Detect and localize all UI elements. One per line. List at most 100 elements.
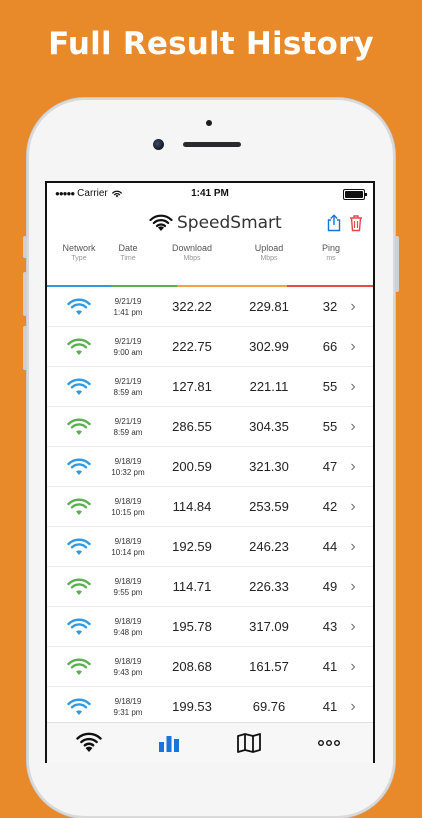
date-text: 9/21/19 — [114, 296, 142, 306]
share-icon[interactable] — [327, 214, 341, 232]
wifi-icon — [67, 498, 91, 515]
col-date-sub: Time — [120, 255, 136, 262]
network-type-cell — [61, 407, 97, 446]
table-row[interactable]: 9/18/19 10:32 pm 200.59 321.30 47 › — [47, 447, 373, 487]
chevron-right-icon[interactable]: › — [345, 687, 361, 726]
map-icon[interactable] — [237, 733, 261, 753]
chevron-right-icon[interactable]: › — [345, 367, 361, 406]
col-network[interactable]: Network Type — [47, 243, 111, 262]
upload-value: 161.57 — [249, 659, 289, 674]
time-text: 9:00 am — [113, 347, 143, 357]
network-type-cell — [61, 567, 97, 606]
column-headers: Network Type Date Time Download Mbps Upl… — [47, 243, 373, 287]
table-row[interactable]: 9/21/19 9:00 am 222.75 302.99 66 › — [47, 327, 373, 367]
network-type-cell — [61, 327, 97, 366]
phone-side-button-right — [395, 236, 399, 292]
table-row[interactable]: 9/18/19 9:55 pm 114.71 226.33 49 › — [47, 567, 373, 607]
time-text: 10:15 pm — [111, 507, 145, 517]
download-value: 286.55 — [172, 419, 212, 434]
speedsmart-wifi-logo-icon — [149, 214, 173, 231]
col-download-sub: Mbps — [183, 255, 201, 262]
chevron-right-icon[interactable]: › — [345, 287, 361, 326]
time-text: 1:41 pm — [113, 307, 143, 317]
date-cell: 9/21/19 8:59 am — [105, 367, 151, 406]
bar-chart-icon[interactable] — [158, 733, 180, 753]
battery-icon — [343, 189, 367, 200]
col-upload[interactable]: Upload Mbps — [231, 243, 307, 262]
col-download[interactable]: Download Mbps — [151, 243, 233, 262]
table-row[interactable]: 9/21/19 8:59 am 286.55 304.35 55 › — [47, 407, 373, 447]
more-icon[interactable] — [318, 739, 340, 747]
phone-side-button-left-3 — [23, 326, 27, 370]
col-network-sub: Type — [71, 255, 87, 262]
upload-value: 317.09 — [249, 619, 289, 634]
download-value: 114.84 — [172, 499, 212, 514]
upload-value: 253.59 — [249, 499, 289, 514]
table-row[interactable]: 9/18/19 9:43 pm 208.68 161.57 41 › — [47, 647, 373, 687]
date-text: 9/21/19 — [114, 416, 142, 426]
chevron-right-icon[interactable]: › — [345, 647, 361, 686]
table-row[interactable]: 9/18/19 9:31 pm 199.53 69.76 41 › — [47, 687, 373, 727]
status-time: 1:41 PM — [191, 188, 229, 199]
nav-bar: SpeedSmart — [47, 205, 373, 243]
date-cell: 9/18/19 9:48 pm — [105, 607, 151, 646]
date-text: 9/21/19 — [114, 376, 142, 386]
chevron-right-icon[interactable]: › — [345, 567, 361, 606]
date-text: 9/18/19 — [114, 496, 142, 506]
chevron-right-icon[interactable]: › — [345, 407, 361, 446]
time-text: 9:31 pm — [113, 707, 143, 717]
earpiece-speaker — [183, 142, 241, 147]
col-upload-sub: Mbps — [260, 255, 278, 262]
upload-value: 226.33 — [249, 579, 289, 594]
table-row[interactable]: 9/21/19 1:41 pm 322.22 229.81 32 › — [47, 287, 373, 327]
upload-value: 246.23 — [249, 539, 289, 554]
front-camera — [153, 139, 164, 150]
chevron-right-icon[interactable]: › — [345, 527, 361, 566]
table-row[interactable]: 9/18/19 10:14 pm 192.59 246.23 44 › — [47, 527, 373, 567]
date-text: 9/18/19 — [114, 456, 142, 466]
network-type-cell — [61, 527, 97, 566]
network-type-cell — [61, 607, 97, 646]
date-text: 9/18/19 — [114, 536, 142, 546]
col-upload-title: Upload — [254, 243, 284, 253]
network-type-cell — [61, 687, 97, 726]
date-cell: 9/21/19 1:41 pm — [105, 287, 151, 326]
chevron-right-icon[interactable]: › — [345, 607, 361, 646]
ping-value: 41 — [322, 699, 338, 714]
wifi-icon — [67, 538, 91, 555]
trash-icon[interactable] — [349, 214, 363, 232]
proximity-sensor — [206, 120, 212, 126]
phone-side-button-left-1 — [23, 236, 27, 258]
network-type-cell — [61, 287, 97, 326]
ping-value: 42 — [322, 499, 338, 514]
upload-value: 69.76 — [252, 699, 286, 714]
chevron-right-icon[interactable]: › — [345, 327, 361, 366]
table-row[interactable]: 9/21/19 8:59 am 127.81 221.11 55 › — [47, 367, 373, 407]
time-text: 9:48 pm — [113, 627, 143, 637]
wifi-icon — [67, 698, 91, 715]
table-row[interactable]: 9/18/19 10:15 pm 114.84 253.59 42 › — [47, 487, 373, 527]
col-ping-sub: ms — [326, 255, 336, 262]
date-text: 9/18/19 — [114, 696, 142, 706]
upload-value: 302.99 — [249, 339, 289, 354]
upload-value: 221.11 — [249, 379, 289, 394]
results-list: 9/21/19 1:41 pm 322.22 229.81 32 › 9/21/19 9:00… — [47, 287, 373, 763]
network-type-cell — [61, 487, 97, 526]
col-date[interactable]: Date Time — [105, 243, 151, 262]
date-cell: 9/18/19 9:31 pm — [105, 687, 151, 726]
table-row[interactable]: 9/18/19 9:48 pm 195.78 317.09 43 › — [47, 607, 373, 647]
wifi-icon — [67, 378, 91, 395]
ping-value: 49 — [322, 579, 338, 594]
date-cell: 9/21/19 9:00 am — [105, 327, 151, 366]
upload-value: 321.30 — [249, 459, 289, 474]
network-type-cell — [61, 367, 97, 406]
date-cell: 9/18/19 10:14 pm — [105, 527, 151, 566]
download-value: 195.78 — [172, 619, 212, 634]
phone-side-button-left-2 — [23, 272, 27, 316]
chevron-right-icon[interactable]: › — [345, 447, 361, 486]
col-network-title: Network — [62, 243, 96, 253]
wifi-icon — [67, 618, 91, 635]
col-ping[interactable]: Ping ms — [299, 243, 363, 262]
chevron-right-icon[interactable]: › — [345, 487, 361, 526]
brand-name: SpeedSmart — [177, 213, 282, 233]
